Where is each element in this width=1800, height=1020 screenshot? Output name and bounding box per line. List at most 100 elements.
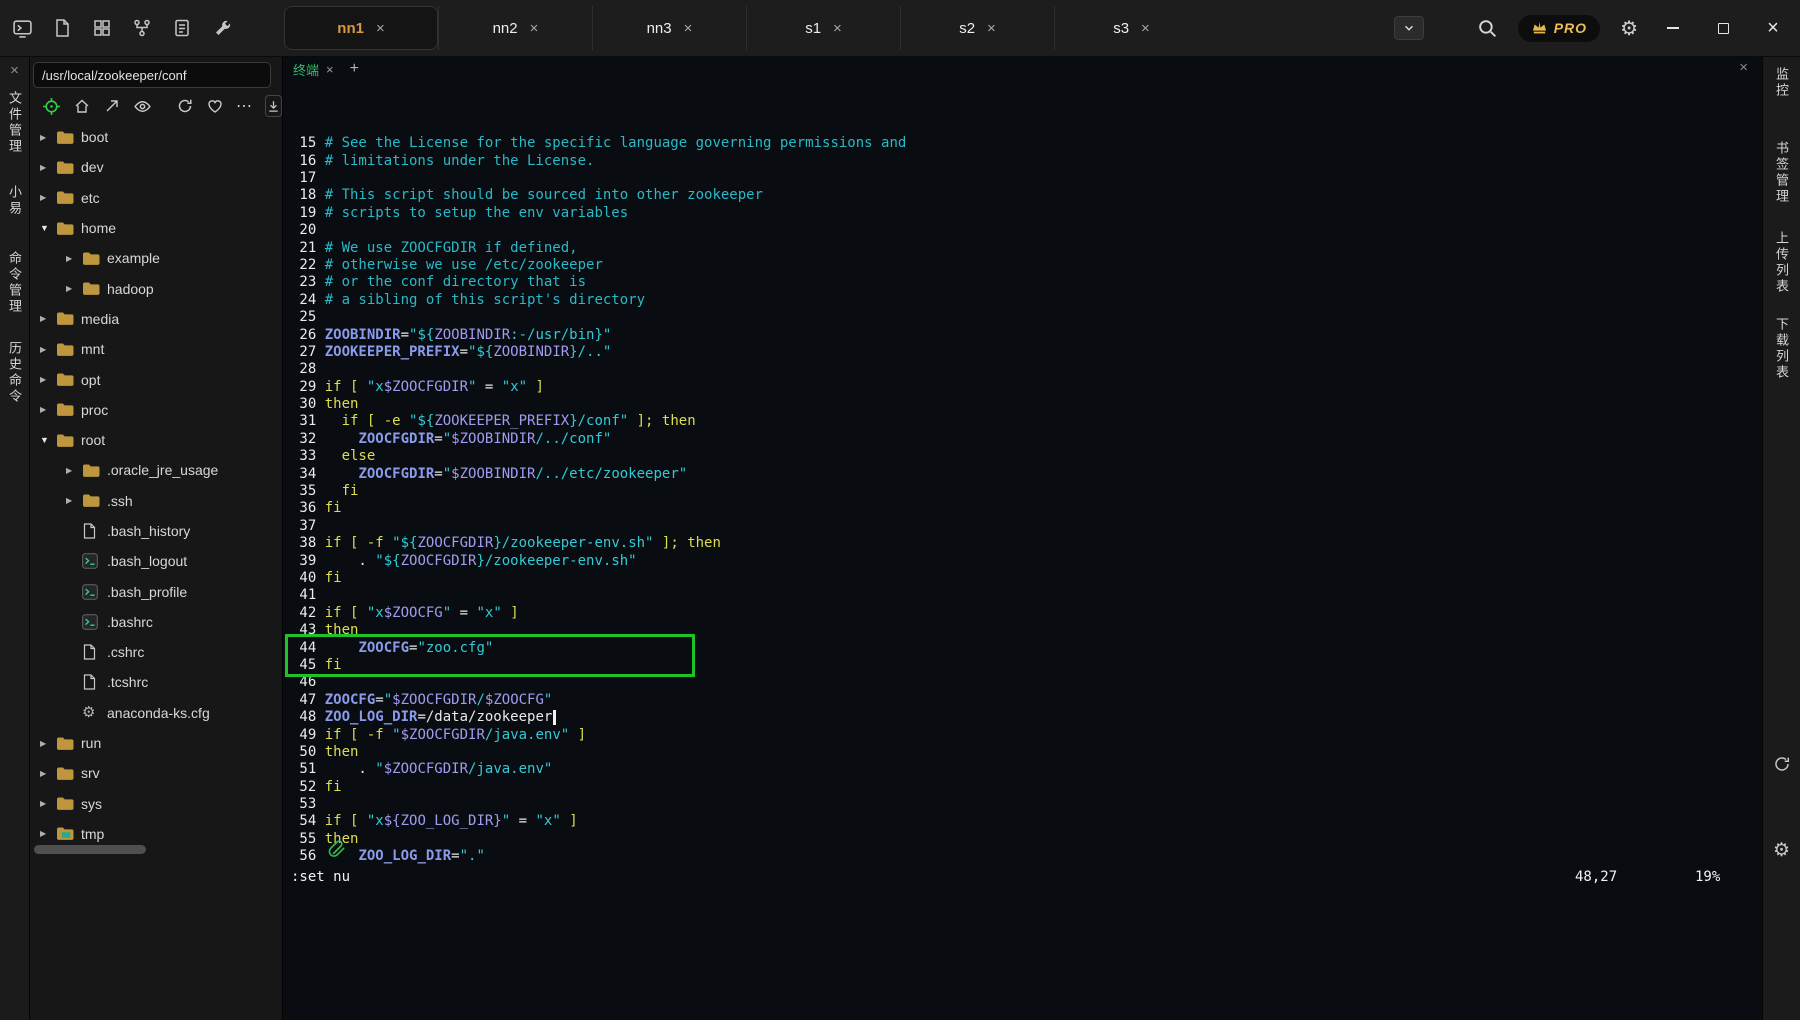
tab-close-icon[interactable]: ×	[530, 20, 539, 37]
tab-close-icon[interactable]: ×	[684, 20, 693, 37]
maximize-button[interactable]	[1708, 13, 1738, 43]
chevron-right-icon[interactable]: ▶	[40, 375, 56, 384]
favorite-icon[interactable]	[206, 97, 224, 115]
minimize-button[interactable]	[1658, 13, 1688, 43]
wrench-icon[interactable]	[210, 16, 234, 40]
tree-item-.oracle_jre_usage[interactable]: ▶.oracle_jre_usage	[30, 455, 282, 485]
tab-nn2[interactable]: nn2×	[438, 6, 592, 50]
refresh-icon[interactable]	[176, 97, 194, 115]
terminal-panel-close-icon[interactable]: ×	[1739, 59, 1748, 76]
settings-gear-icon[interactable]: ⚙	[1620, 16, 1638, 41]
tab-s3[interactable]: s3×	[1054, 6, 1208, 50]
tree-item-proc[interactable]: ▶proc	[30, 395, 282, 425]
right-nav-item-3[interactable]: 上传列表	[1772, 231, 1791, 295]
chevron-right-icon[interactable]: ▶	[66, 284, 82, 293]
tree-item-.bash_history[interactable]: .bash_history	[30, 516, 282, 546]
goto-icon[interactable]	[103, 97, 121, 115]
tree-item-.bash_profile[interactable]: .bash_profile	[30, 576, 282, 606]
line-number: 26	[291, 327, 325, 343]
tree-item-.tcshrc[interactable]: .tcshrc	[30, 667, 282, 697]
panel-close-icon[interactable]: ×	[10, 62, 19, 79]
tab-close-icon[interactable]: ×	[833, 20, 842, 37]
chevron-right-icon[interactable]: ▶	[40, 345, 56, 354]
grid-icon[interactable]	[90, 16, 114, 40]
right-nav-item-4[interactable]: 下载列表	[1772, 317, 1791, 381]
tree-item-.bash_logout[interactable]: .bash_logout	[30, 546, 282, 576]
chevron-down-icon[interactable]: ▼	[40, 223, 56, 233]
branch-icon[interactable]	[130, 16, 154, 40]
tab-close-icon[interactable]: ×	[1141, 20, 1150, 37]
chevron-right-icon[interactable]: ▶	[40, 314, 56, 323]
chevron-down-icon[interactable]: ▼	[40, 435, 56, 445]
tab-close-icon[interactable]: ×	[987, 20, 996, 37]
minimize-icon	[1667, 27, 1679, 29]
tab-s1[interactable]: s1×	[746, 6, 900, 50]
line-number: 29	[291, 379, 325, 395]
tab-nn1[interactable]: nn1×	[284, 6, 438, 50]
tab-dropdown-button[interactable]	[1394, 16, 1424, 40]
tab-s2[interactable]: s2×	[900, 6, 1054, 50]
chevron-right-icon[interactable]: ▶	[40, 799, 56, 808]
tree-item-boot[interactable]: ▶boot	[30, 122, 282, 152]
left-nav-item-1[interactable]: 文件管理	[5, 91, 24, 155]
terminal-tab-close-icon[interactable]: ×	[326, 62, 334, 77]
tree-item-srv[interactable]: ▶srv	[30, 758, 282, 788]
gear-icon[interactable]: ⚙	[1773, 839, 1790, 862]
search-icon[interactable]	[1477, 18, 1498, 39]
eye-icon[interactable]	[133, 97, 152, 116]
chevron-right-icon[interactable]: ▶	[40, 829, 56, 838]
tree-item-hadoop[interactable]: ▶hadoop	[30, 273, 282, 303]
chevron-right-icon[interactable]: ▶	[66, 254, 82, 263]
tree-item-home[interactable]: ▼home	[30, 213, 282, 243]
terminal-panel[interactable]: 终端 × + × 15 # See the License for the sp…	[283, 57, 1762, 1020]
chevron-right-icon[interactable]: ▶	[40, 193, 56, 202]
left-nav-item-4[interactable]: 历史命令	[5, 341, 24, 405]
tree-item-label: sys	[81, 796, 102, 812]
chevron-right-icon[interactable]: ▶	[40, 405, 56, 414]
tree-item-mnt[interactable]: ▶mnt	[30, 334, 282, 364]
right-nav-item-2[interactable]: 书签管理	[1772, 141, 1791, 205]
document-icon[interactable]	[170, 16, 194, 40]
tree-item-.ssh[interactable]: ▶.ssh	[30, 486, 282, 516]
tree-item-sys[interactable]: ▶ sys	[30, 789, 282, 819]
folder-icon	[82, 493, 107, 508]
tree-item-.bashrc[interactable]: .bashrc	[30, 607, 282, 637]
code-line-41: 41	[291, 587, 1762, 604]
tree-item-dev[interactable]: ▶dev	[30, 152, 282, 182]
chevron-right-icon[interactable]: ▶	[40, 769, 56, 778]
tree-item-opt[interactable]: ▶opt	[30, 364, 282, 394]
attachment-icon[interactable]	[327, 839, 347, 864]
tree-item-example[interactable]: ▶example	[30, 243, 282, 273]
tree-item-root[interactable]: ▼root	[30, 425, 282, 455]
tree-item-.cshrc[interactable]: .cshrc	[30, 637, 282, 667]
right-nav-item-1[interactable]: 监控	[1772, 67, 1791, 99]
home-icon[interactable]	[73, 97, 91, 115]
tree-item-etc[interactable]: ▶etc	[30, 183, 282, 213]
tab-close-icon[interactable]: ×	[376, 20, 385, 37]
chevron-right-icon[interactable]: ▶	[40, 739, 56, 748]
left-nav-item-2[interactable]: 小易	[5, 185, 24, 217]
tree-item-media[interactable]: ▶media	[30, 304, 282, 334]
tab-nn3[interactable]: nn3×	[592, 6, 746, 50]
vim-editor[interactable]: 15 # See the License for the specific la…	[283, 81, 1762, 866]
new-terminal-button[interactable]: +	[350, 60, 359, 78]
close-button[interactable]: ×	[1758, 13, 1788, 43]
file-icon[interactable]	[50, 16, 74, 40]
chevron-right-icon[interactable]: ▶	[66, 496, 82, 505]
sync-icon[interactable]	[1773, 755, 1791, 776]
tree-item-run[interactable]: ▶run	[30, 728, 282, 758]
chevron-right-icon[interactable]: ▶	[40, 133, 56, 142]
folder-icon	[56, 311, 81, 326]
tree-item-anaconda-ks.cfg[interactable]: ⚙anaconda-ks.cfg	[30, 698, 282, 728]
chevron-right-icon[interactable]: ▶	[66, 466, 82, 475]
left-nav-item-3[interactable]: 命令管理	[5, 251, 24, 315]
pro-badge[interactable]: PRO	[1518, 15, 1600, 42]
path-input[interactable]	[33, 62, 271, 88]
horizontal-scrollbar[interactable]	[34, 845, 146, 854]
chevron-right-icon[interactable]: ▶	[40, 163, 56, 172]
terminal-tab[interactable]: 终端 ×	[293, 60, 334, 79]
more-icon[interactable]: ⋯	[236, 96, 253, 116]
terminal-icon[interactable]	[10, 16, 34, 40]
download-icon[interactable]	[265, 95, 282, 117]
locate-icon[interactable]	[42, 97, 61, 116]
